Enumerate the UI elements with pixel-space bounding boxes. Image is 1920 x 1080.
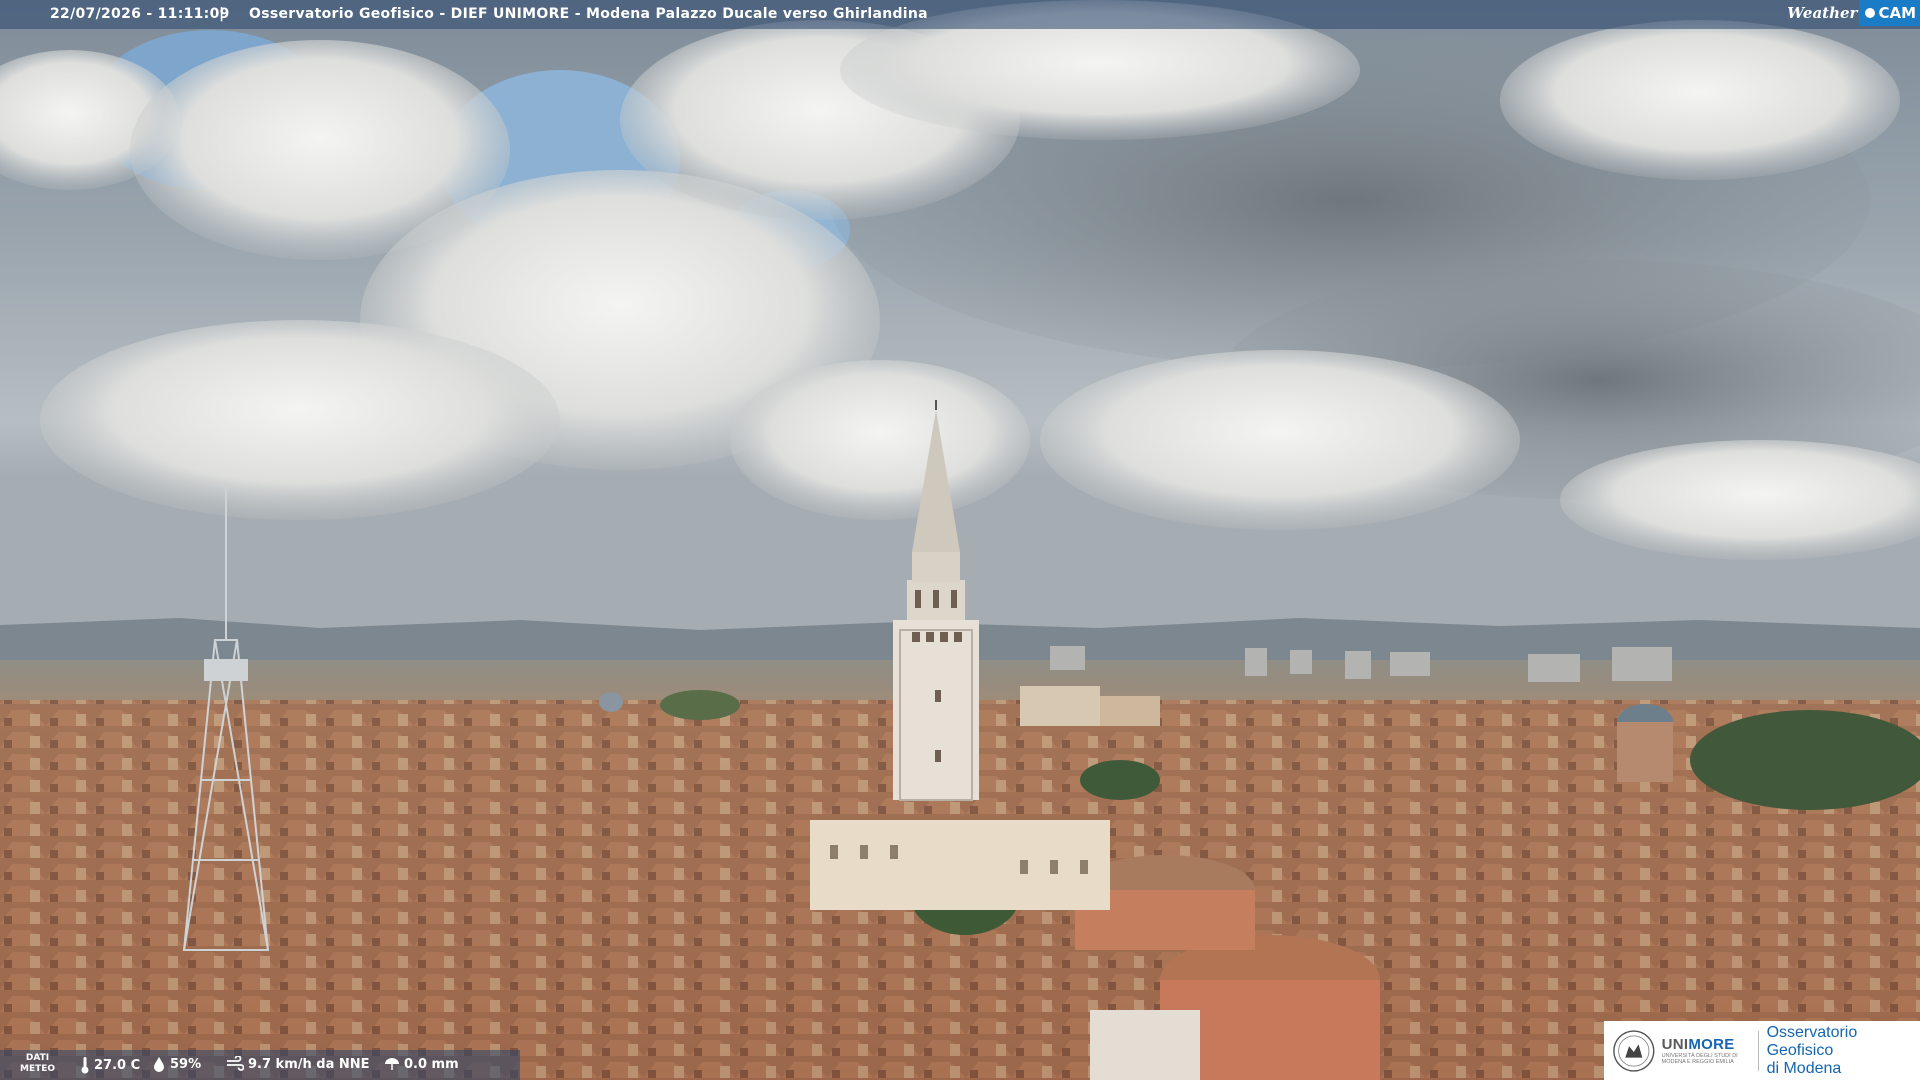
- unimore-name-part1: UNI: [1661, 1036, 1689, 1053]
- rain-reading: 0.0 mm: [384, 1056, 459, 1072]
- weather-data-label: DATI METEO: [20, 1053, 55, 1075]
- observatory-line2: di Modena: [1766, 1059, 1842, 1077]
- wind-icon: [227, 1056, 244, 1071]
- temperature-reading: 27.0 C: [80, 1056, 140, 1074]
- location-title: Osservatorio Geofisico - DIEF UNIMORE - …: [249, 6, 928, 22]
- camera-lens-icon: [1865, 8, 1876, 18]
- header-separator: |: [219, 6, 225, 22]
- unimore-wordmark: UNIMORE UNIVERSITÀ DEGLI STUDI DI MODENA…: [1662, 1036, 1750, 1065]
- university-seal-icon: [1613, 1029, 1655, 1072]
- humidity-reading: 59%: [152, 1056, 201, 1072]
- unimore-name-part2: MORE: [1688, 1036, 1735, 1053]
- weather-label-line1: DATI: [25, 1053, 50, 1063]
- observatory-line1: Osservatorio Geofisico: [1766, 1023, 1858, 1059]
- umbrella-icon: [385, 1058, 399, 1070]
- observatory-name: Osservatorio Geofisico di Modena: [1767, 1024, 1920, 1078]
- temperature-value: 27.0 C: [94, 1057, 141, 1073]
- wind-value: 9.7 km/h da NNE: [248, 1056, 370, 1072]
- unimore-name: UNIMORE: [1662, 1036, 1750, 1053]
- weather-data-bar: DATI METEO 27.0 C 59% 9.7 km/h da NNE 0.…: [0, 1050, 520, 1080]
- webcam-header-bar: 22/07/2026 - 11:11:09 | Osservatorio Geo…: [0, 0, 1920, 29]
- humidity-drop-icon: [154, 1057, 164, 1072]
- weather-label-line2: METEO: [20, 1064, 56, 1074]
- webcam-scene: [0, 0, 1920, 1080]
- weathercam-badge-text: CAM: [1878, 4, 1916, 22]
- logo-divider: [1757, 1030, 1759, 1071]
- weathercam-brand-word: Weather: [1787, 4, 1858, 22]
- wind-reading: 9.7 km/h da NNE: [226, 1056, 370, 1072]
- thermometer-icon: [81, 1057, 89, 1074]
- weathercam-badge: CAM: [1859, 0, 1920, 26]
- weathercam-logo: Weather CAM: [1787, 0, 1920, 26]
- timestamp: 22/07/2026 - 11:11:09: [50, 6, 230, 22]
- unimore-observatory-logo: UNIMORE UNIVERSITÀ DEGLI STUDI DI MODENA…: [1604, 1021, 1920, 1080]
- rain-value: 0.0 mm: [404, 1056, 459, 1072]
- humidity-value: 59%: [170, 1056, 202, 1072]
- unimore-subtitle: UNIVERSITÀ DEGLI STUDI DI MODENA E REGGI…: [1661, 1053, 1738, 1065]
